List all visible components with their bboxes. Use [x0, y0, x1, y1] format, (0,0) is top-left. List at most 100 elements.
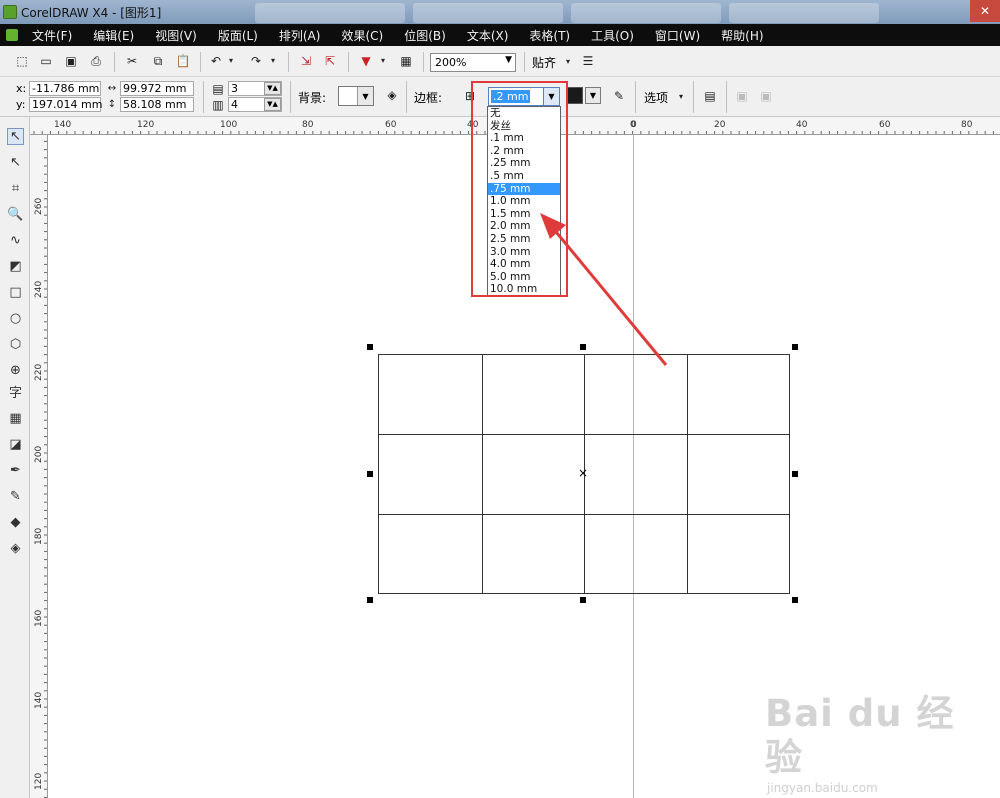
width-field[interactable]: 99.972 mm [120, 81, 194, 96]
zoom-level-select[interactable]: 200% ▼ [430, 53, 516, 72]
outline-color-dropdown-icon[interactable]: ▼ [585, 87, 601, 104]
columns-spinner[interactable]: ▼▲ [264, 98, 281, 111]
menu-effects[interactable]: 效果(C) [341, 27, 383, 44]
export-icon[interactable]: ⇱ [322, 53, 338, 69]
basic-shapes-tool-icon[interactable]: ⊕ [7, 362, 24, 379]
outline-width-option[interactable]: 2.0 mm [488, 220, 560, 233]
polygon-tool-icon[interactable]: ⬡ [7, 336, 24, 353]
menu-edit[interactable]: 编辑(E) [93, 27, 134, 44]
outline-width-option[interactable]: 2.5 mm [488, 233, 560, 246]
eyedropper-tool-icon[interactable]: ✒ [7, 462, 24, 479]
ellipse-tool-icon[interactable]: ○ [7, 310, 24, 327]
outline-width-option[interactable]: 无 [488, 107, 560, 120]
ruler-tick-label: 60 [385, 120, 397, 130]
selection-handle[interactable] [580, 344, 586, 350]
document-icon[interactable] [6, 29, 18, 41]
selection-handle[interactable] [367, 597, 373, 603]
outline-width-option[interactable]: 1.0 mm [488, 195, 560, 208]
height-field[interactable]: 58.108 mm [120, 97, 194, 112]
x-label: x: [16, 82, 27, 95]
menu-layout[interactable]: 版面(L) [218, 27, 258, 44]
border-selection-icon[interactable]: ⊞ [462, 88, 478, 104]
y-position-field[interactable]: 197.014 mm [29, 97, 102, 112]
cut-icon[interactable]: ✂ [124, 53, 140, 69]
rectangle-tool-icon[interactable]: □ [7, 284, 24, 301]
merge-cells-icon[interactable]: ▣ [734, 88, 750, 104]
selection-handle[interactable] [792, 597, 798, 603]
options-icon[interactable]: ☰ [580, 53, 596, 69]
outline-width-option[interactable]: .5 mm [488, 170, 560, 183]
outline-color-swatch[interactable] [567, 87, 583, 104]
redo-dropdown-icon[interactable]: ▾ [268, 53, 278, 69]
menu-arrange[interactable]: 排列(A) [279, 27, 321, 44]
save-icon[interactable]: ▣ [63, 53, 79, 69]
fill-tool-icon[interactable]: ◆ [7, 514, 24, 531]
options-button[interactable]: 选项 [644, 89, 668, 106]
shape-tool-icon[interactable]: ↖ [7, 154, 24, 171]
rows-spinner[interactable]: ▼▲ [264, 82, 281, 95]
selection-handle[interactable] [367, 344, 373, 350]
menu-view[interactable]: 视图(V) [155, 27, 197, 44]
open-folder-icon[interactable]: ▭ [38, 53, 54, 69]
interactive-fill-tool-icon[interactable]: ◈ [7, 540, 24, 557]
menu-tools[interactable]: 工具(O) [591, 27, 634, 44]
vertical-ruler[interactable]: 260 240 220 200 180 160 140 120 [30, 117, 48, 798]
pick-tool-icon[interactable]: ↖ [7, 128, 24, 145]
interactive-blend-tool-icon[interactable]: ◪ [7, 436, 24, 453]
window-title: CorelDRAW X4 - [图形1] [21, 5, 162, 20]
chevron-down-icon: ▼ [357, 87, 373, 105]
undo-dropdown-icon[interactable]: ▾ [226, 53, 236, 69]
menu-help[interactable]: 帮助(H) [721, 27, 763, 44]
outline-width-option[interactable]: 发丝 [488, 120, 560, 133]
snap-to-button[interactable]: 贴齐 [532, 54, 556, 71]
wrap-paragraph-icon[interactable]: ▤ [702, 88, 718, 104]
crop-tool-icon[interactable]: ⌗ [7, 180, 24, 197]
outline-width-option[interactable]: .75 mm [488, 182, 560, 196]
print-icon[interactable]: ⎙ [88, 53, 104, 69]
outline-width-option[interactable]: 3.0 mm [488, 246, 560, 259]
close-icon[interactable]: ✕ [970, 0, 1000, 22]
paste-icon[interactable]: 📋 [175, 53, 191, 69]
smart-fill-tool-icon[interactable]: ◩ [7, 258, 24, 275]
undo-icon[interactable]: ↶ [208, 53, 224, 69]
freehand-tool-icon[interactable]: ∿ [7, 232, 24, 249]
selection-handle[interactable] [792, 471, 798, 477]
import-icon[interactable]: ⇲ [298, 53, 314, 69]
welcome-screen-icon[interactable]: ▦ [398, 53, 414, 69]
selection-handle[interactable] [792, 344, 798, 350]
redo-icon[interactable]: ↷ [248, 53, 264, 69]
options-dropdown-icon[interactable]: ▾ [676, 89, 686, 105]
edit-fill-icon[interactable]: ◈ [384, 87, 400, 103]
split-cells-icon[interactable]: ▣ [758, 88, 774, 104]
copy-icon[interactable]: ⧉ [150, 53, 166, 69]
launcher-dropdown-icon[interactable]: ▾ [378, 53, 388, 69]
new-document-icon[interactable]: ⬚ [14, 53, 30, 69]
outline-width-option[interactable]: .1 mm [488, 132, 560, 145]
text-tool-icon[interactable]: 字 [7, 383, 24, 401]
zoom-tool-icon[interactable]: 🔍 [7, 206, 24, 223]
menu-window[interactable]: 窗口(W) [655, 27, 700, 44]
outline-width-select[interactable]: .2 mm ▼ [488, 87, 560, 106]
menu-file[interactable]: 文件(F) [32, 27, 72, 44]
x-position-field[interactable]: -11.786 mm [29, 81, 101, 96]
menu-text[interactable]: 文本(X) [467, 27, 509, 44]
separator [726, 81, 727, 113]
outline-width-option[interactable]: .25 mm [488, 157, 560, 170]
outline-pen-icon[interactable]: ✎ [611, 88, 627, 104]
menu-bitmaps[interactable]: 位图(B) [404, 27, 446, 44]
selection-handle[interactable] [367, 471, 373, 477]
outline-width-option[interactable]: 1.5 mm [488, 208, 560, 221]
application-launcher-icon[interactable]: ▼ [358, 53, 374, 69]
outline-tool-icon[interactable]: ✎ [7, 488, 24, 505]
outline-width-option[interactable]: .2 mm [488, 145, 560, 158]
outline-width-option[interactable]: 5.0 mm [488, 271, 560, 284]
outline-width-option[interactable]: 10.0 mm [488, 283, 560, 296]
table-tool-icon[interactable]: ▦ [7, 410, 24, 427]
snap-dropdown-icon[interactable]: ▾ [563, 54, 573, 70]
menu-table[interactable]: 表格(T) [529, 27, 570, 44]
background-color-select[interactable]: ▼ [338, 86, 374, 106]
y-label: y: [16, 98, 26, 111]
selection-handle[interactable] [580, 597, 586, 603]
background-tab [571, 3, 721, 23]
outline-width-option[interactable]: 4.0 mm [488, 258, 560, 271]
